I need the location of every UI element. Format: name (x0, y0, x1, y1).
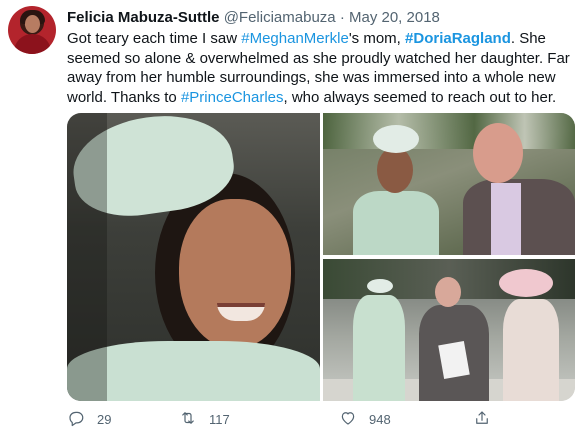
tweet-text-part: 's mom, (348, 30, 406, 47)
reply-icon (67, 409, 85, 430)
retweet-count: 117 (209, 411, 230, 427)
reply-button[interactable]: 29 (67, 408, 111, 430)
media-grid (67, 113, 575, 401)
header-separator: · (339, 9, 345, 26)
reply-count: 29 (97, 411, 112, 427)
tweet[interactable]: Felicia Mabuza-Suttle @Feliciamabuza · M… (0, 0, 588, 437)
photo-shape (323, 113, 575, 149)
tweet-text-part: , who always seemed to reach out to her. (283, 88, 557, 106)
photo-bottom-right[interactable] (323, 259, 575, 401)
avatar[interactable] (8, 6, 56, 54)
heart-icon (339, 409, 357, 430)
avatar-body (14, 34, 51, 54)
tweet-date[interactable]: May 20, 2018 (349, 9, 440, 26)
tweet-text: Got teary each time I saw #MeghanMerkle'… (67, 29, 572, 107)
action-bar: 29 117 948 (67, 408, 557, 430)
hashtag-princecharles[interactable]: #PrinceCharles (181, 89, 284, 106)
photo-shape (438, 341, 470, 379)
retweet-icon (179, 409, 197, 430)
photo-left[interactable] (67, 113, 320, 401)
hashtag-meghanmerkle[interactable]: #MeghanMerkle (241, 30, 349, 47)
like-button[interactable]: 948 (339, 408, 391, 430)
photo-shape (179, 199, 291, 349)
photo-shape (473, 123, 523, 183)
avatar-face (25, 15, 40, 33)
like-count: 948 (369, 411, 391, 427)
photo-shape (353, 295, 405, 401)
tweet-header: Felicia Mabuza-Suttle @Feliciamabuza · M… (67, 8, 440, 28)
author-name[interactable]: Felicia Mabuza-Suttle (67, 9, 220, 26)
photo-shape (491, 183, 521, 255)
retweet-button[interactable]: 117 (179, 408, 230, 430)
share-button[interactable] (473, 408, 491, 430)
photo-top-right[interactable] (323, 113, 575, 255)
share-icon (473, 409, 491, 430)
photo-shape (435, 277, 461, 307)
photo-shape (499, 269, 553, 297)
photo-shape (373, 125, 419, 153)
photo-shape (67, 113, 107, 401)
photo-shape (377, 147, 413, 193)
photo-shape (353, 191, 439, 255)
photo-shape (503, 299, 559, 401)
photo-shape (367, 279, 393, 293)
hashtag-doriaragland[interactable]: #DoriaRagland (405, 30, 511, 47)
author-handle[interactable]: @Feliciamabuza (224, 9, 336, 26)
tweet-text-part: Got teary each time I saw (67, 30, 242, 47)
